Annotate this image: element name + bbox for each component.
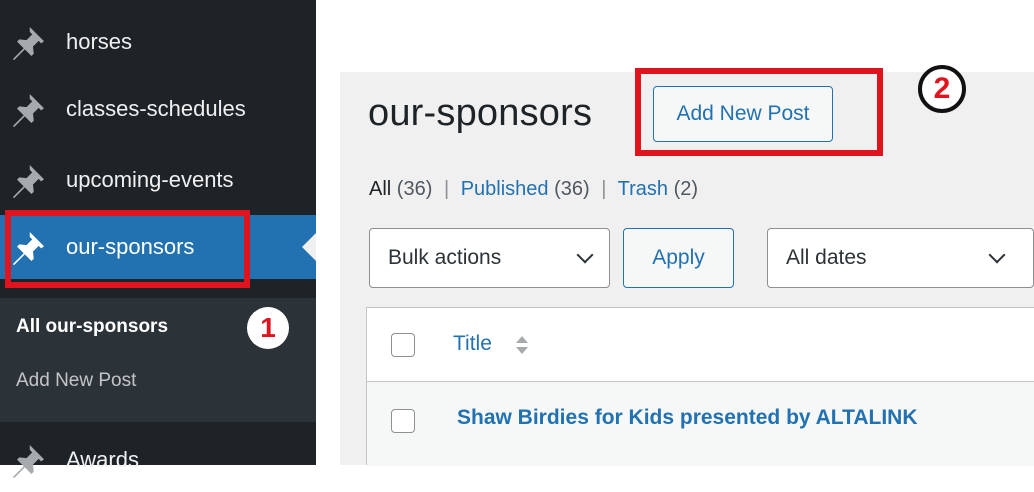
sidebar-item-classes-schedules[interactable]: classes-schedules: [0, 77, 316, 141]
dates-filter-select[interactable]: All dates: [767, 228, 1034, 288]
filter-all[interactable]: All (36): [369, 178, 432, 200]
active-menu-arrow: [302, 233, 316, 261]
sidebar-item-upcoming-events[interactable]: upcoming-events: [0, 148, 316, 212]
pin-icon: [13, 26, 45, 60]
pin-icon: [13, 164, 45, 198]
highlight-box-our-sponsors: [5, 210, 250, 288]
posts-table: Title Shaw Birdies for Kids presented by…: [366, 307, 1034, 466]
dates-filter-label: All dates: [786, 246, 867, 269]
sidebar-gap: [316, 0, 334, 465]
column-title-sort[interactable]: Title: [453, 332, 492, 356]
main-top-area: [334, 0, 1034, 72]
step-2-badge: 2: [918, 65, 966, 113]
row-checkbox[interactable]: [391, 409, 415, 433]
status-filters: All (36) | Published (36) | Trash (2): [369, 178, 699, 200]
apply-button[interactable]: Apply: [623, 228, 734, 288]
filter-published[interactable]: Published (36): [461, 178, 590, 200]
chevron-down-icon: [988, 246, 1006, 264]
sidebar-item-horses[interactable]: horses: [0, 10, 316, 74]
post-title-link[interactable]: Shaw Birdies for Kids presented by ALTAL…: [457, 406, 918, 430]
table-row: Shaw Birdies for Kids presented by ALTAL…: [367, 382, 1034, 466]
sidebar-item-label: horses: [66, 29, 133, 54]
chevron-down-icon: [576, 246, 594, 264]
sidebar-item-label: Awards: [66, 447, 139, 472]
highlight-box-add-new: [635, 68, 883, 156]
bulk-actions-select[interactable]: Bulk actions: [369, 228, 610, 288]
sort-arrows-icon[interactable]: [515, 335, 529, 355]
sidebar-item-awards[interactable]: Awards: [0, 428, 316, 492]
page-title: our-sponsors: [368, 92, 593, 134]
bulk-actions-label: Bulk actions: [388, 246, 502, 269]
submenu-add-new-post[interactable]: Add New Post: [16, 370, 136, 392]
table-header: Title: [367, 308, 1034, 382]
select-all-checkbox[interactable]: [391, 333, 415, 357]
sidebar-item-label: classes-schedules: [66, 96, 246, 121]
step-1-badge: 1: [247, 307, 289, 349]
sidebar-item-label: upcoming-events: [66, 167, 234, 192]
pin-icon: [13, 444, 45, 478]
filter-trash[interactable]: Trash (2): [618, 178, 698, 200]
pin-icon: [13, 93, 45, 127]
submenu-all-our-sponsors[interactable]: All our-sponsors: [16, 316, 168, 338]
